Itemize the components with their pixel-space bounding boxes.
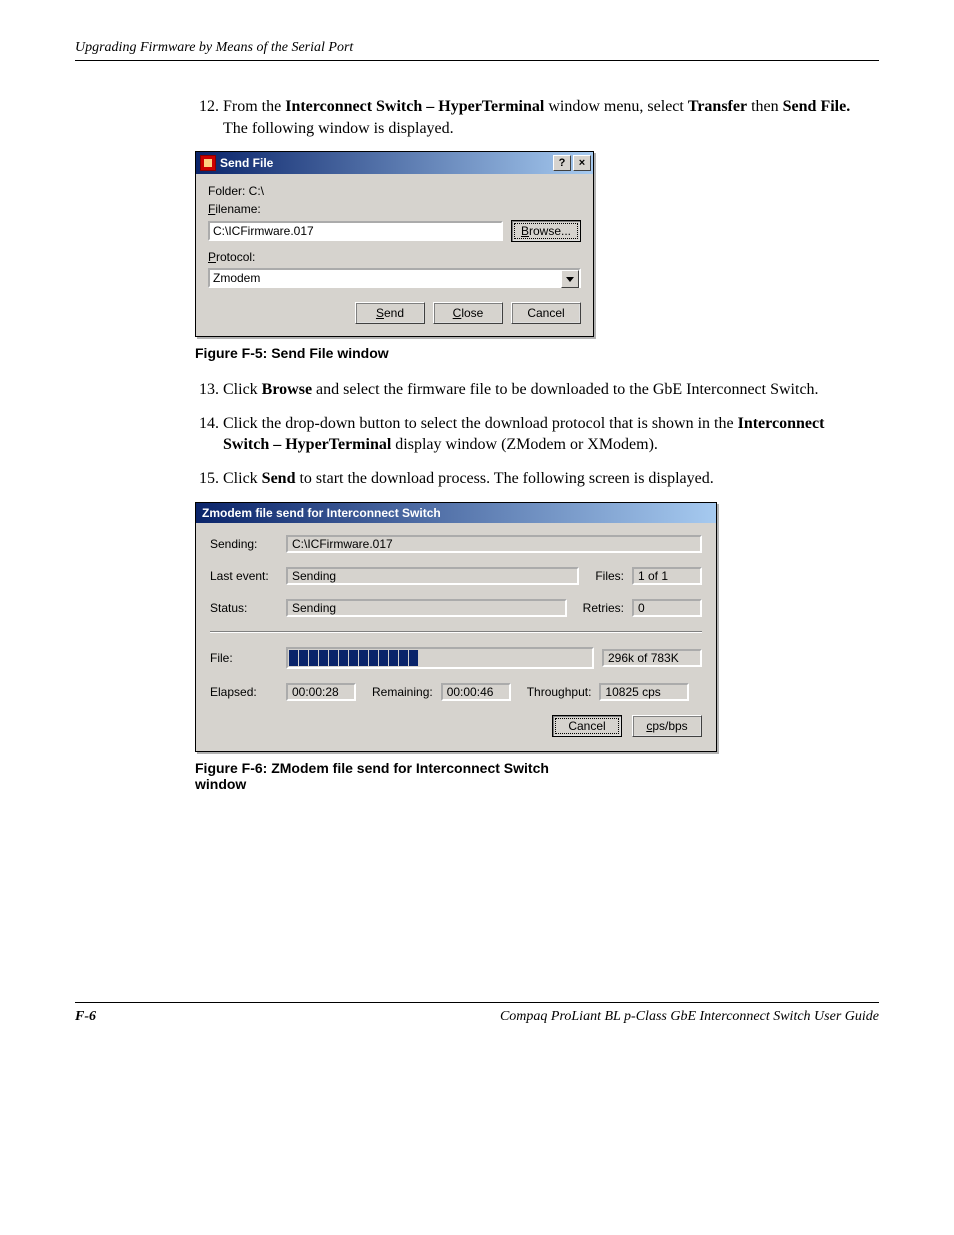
titlebar: Zmodem file send for Interconnect Switch xyxy=(196,503,716,523)
text: rotocol: xyxy=(216,250,255,264)
text: ilename: xyxy=(215,202,260,216)
step-14: Click the drop-down button to select the… xyxy=(223,413,869,456)
remaining-label: Remaining: xyxy=(372,685,433,699)
dropdown-icon[interactable] xyxy=(561,270,579,288)
lastevent-label: Last event: xyxy=(210,569,278,583)
elapsed-value: 00:00:28 xyxy=(286,683,356,701)
elapsed-label: Elapsed: xyxy=(210,685,278,699)
cpsbps-button[interactable]: cps/bps xyxy=(632,715,702,737)
help-button[interactable]: ? xyxy=(553,155,571,171)
step-13: Click Browse and select the firmware fil… xyxy=(223,379,869,401)
progress-bar xyxy=(286,647,594,669)
step-list-cont: Click Browse and select the firmware fil… xyxy=(195,379,869,489)
text: display window (ZModem or XModem). xyxy=(391,436,658,453)
text: and select the firmware file to be downl… xyxy=(312,381,819,398)
text: to start the download process. The follo… xyxy=(295,470,713,487)
text: From the xyxy=(223,98,285,115)
text-bold: Interconnect Switch – HyperTerminal xyxy=(285,98,544,115)
throughput-label: Throughput: xyxy=(527,685,592,699)
page-number: F-6 xyxy=(75,1009,96,1025)
text: ps/bps xyxy=(652,719,687,733)
lastevent-value: Sending xyxy=(286,567,579,585)
text-bold: Transfer xyxy=(688,98,747,115)
protocol-label: Protocol: xyxy=(208,250,581,264)
step-15: Click Send to start the download process… xyxy=(223,468,869,490)
browse-button[interactable]: Browse... xyxy=(511,220,581,242)
sending-label: Sending: xyxy=(210,537,278,551)
text: window menu, select xyxy=(544,98,688,115)
file-label: File: xyxy=(210,651,278,665)
text: Click the drop-down button to select the… xyxy=(223,415,738,432)
cancel-button[interactable]: Cancel xyxy=(552,715,622,737)
text-bold: Send xyxy=(262,470,296,487)
cancel-button[interactable]: Cancel xyxy=(511,302,581,324)
titlebar: Send File ? × xyxy=(196,152,593,174)
dialog-title: Send File xyxy=(220,156,273,170)
text: Click xyxy=(223,470,262,487)
page-footer: F-6 Compaq ProLiant BL p-Class GbE Inter… xyxy=(75,1002,879,1025)
guide-title: Compaq ProLiant BL p-Class GbE Interconn… xyxy=(500,1009,879,1025)
send-button[interactable]: Send xyxy=(355,302,425,324)
text: The following window is displayed. xyxy=(223,120,454,137)
text: Click xyxy=(223,381,262,398)
text-bold: Browse xyxy=(262,381,312,398)
figure-5-caption: Figure F-5: Send File window xyxy=(195,345,869,361)
protocol-select[interactable] xyxy=(208,268,581,288)
zmodem-dialog: Zmodem file send for Interconnect Switch… xyxy=(195,502,717,752)
accel: P xyxy=(208,250,216,264)
files-label: Files: xyxy=(595,569,624,583)
filename-input[interactable] xyxy=(208,221,503,241)
send-file-dialog: Send File ? × Folder: C:\ Filename: Brow… xyxy=(195,151,594,337)
close-button[interactable]: × xyxy=(573,155,591,171)
accel: B xyxy=(521,224,529,238)
folder-label: Folder: C:\ xyxy=(208,184,581,198)
accel: S xyxy=(376,306,384,320)
text: rowse... xyxy=(529,224,571,238)
remaining-value: 00:00:46 xyxy=(441,683,511,701)
retries-label: Retries: xyxy=(583,601,624,615)
filename-label: Filename: xyxy=(208,202,581,216)
figure-6-caption: Figure F-6: ZModem file send for Interco… xyxy=(195,760,555,792)
status-value: Sending xyxy=(286,599,567,617)
text-bold: Send File. xyxy=(783,98,851,115)
text: then xyxy=(747,98,783,115)
step-12: From the Interconnect Switch – HyperTerm… xyxy=(223,96,869,139)
separator xyxy=(210,631,702,633)
status-label: Status: xyxy=(210,601,278,615)
files-value: 1 of 1 xyxy=(632,567,702,585)
text: lose xyxy=(461,306,483,320)
step-list: From the Interconnect Switch – HyperTerm… xyxy=(195,96,869,139)
text: end xyxy=(384,306,404,320)
retries-value: 0 xyxy=(632,599,702,617)
close-dialog-button[interactable]: Close xyxy=(433,302,503,324)
file-progress-text: 296k of 783K xyxy=(602,649,702,667)
throughput-value: 10825 cps xyxy=(599,683,689,701)
page-header: Upgrading Firmware by Means of the Seria… xyxy=(75,40,879,61)
sending-value: C:\ICFirmware.017 xyxy=(286,535,702,553)
app-icon xyxy=(200,155,216,171)
